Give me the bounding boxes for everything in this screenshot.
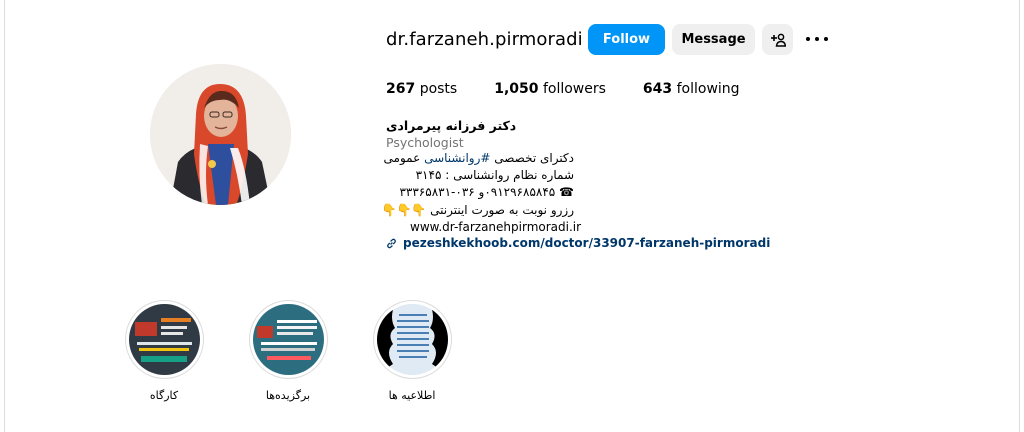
message-button[interactable]: Message bbox=[672, 24, 755, 55]
page-border-right bbox=[1019, 0, 1020, 432]
bio-line-booking: رزرو نوبت به صورت اینترنتی 👇👇👇 bbox=[381, 203, 575, 217]
highlight-cover-image bbox=[128, 304, 200, 375]
highlight-label: کارگاه bbox=[149, 389, 179, 402]
followers-count: 1,050 bbox=[494, 81, 539, 97]
highlight-cover-image bbox=[376, 304, 448, 375]
profile-photo bbox=[150, 64, 291, 205]
bio-line-phone: ☎ ۰۹۱۲۹۶۸۵۸۴۵و ۰۳۶-۳۳۳۶۵۸۳۱ bbox=[399, 185, 574, 199]
highlight-ring[interactable] bbox=[124, 300, 204, 379]
followers-label: followers bbox=[542, 81, 606, 97]
profile-avatar[interactable] bbox=[150, 64, 291, 205]
posts-stat[interactable]: 267 posts bbox=[386, 81, 457, 97]
posts-count: 267 bbox=[386, 81, 416, 97]
bio-line-specialty: دکترای تخصصی #روانشناسی عمومی bbox=[344, 151, 574, 165]
bio-external-link[interactable]: pezeshkekhoob.com/doctor/33907-farzaneh-… bbox=[386, 236, 770, 250]
bio-full-name: دکتر فرزانه پیرمرادی bbox=[386, 118, 517, 133]
following-count: 643 bbox=[642, 81, 673, 97]
highlight-ring[interactable] bbox=[248, 300, 328, 379]
bio-line1-pre: دکترای تخصصی bbox=[490, 151, 574, 165]
profile-username: dr.farzaneh.pirmoradi bbox=[386, 29, 583, 50]
follow-button[interactable]: Follow bbox=[588, 24, 665, 55]
bio-website-text: www.dr-farzanehpirmoradi.ir bbox=[410, 220, 582, 234]
posts-label: posts bbox=[419, 81, 458, 97]
bio-line-license: شماره نظام روانشناسی : ۳۱۴۵ bbox=[415, 168, 574, 182]
followers-stat[interactable]: 1,050 followers bbox=[494, 81, 606, 97]
add-person-icon bbox=[770, 33, 786, 47]
highlight-label: اطلاعیه ها bbox=[388, 389, 436, 402]
profile-stats: 267 posts 1,050 followers 643 following bbox=[386, 81, 777, 97]
highlight-ring[interactable] bbox=[372, 300, 452, 379]
highlight-announcements[interactable]: اطلاعیه ها bbox=[372, 300, 452, 402]
more-options-icon[interactable] bbox=[806, 30, 828, 48]
following-stat[interactable]: 643 following bbox=[643, 81, 740, 97]
bio-hashtag[interactable]: #روانشناسی bbox=[424, 151, 490, 165]
bio-link-text: pezeshkekhoob.com/doctor/33907-farzaneh-… bbox=[403, 236, 771, 250]
link-icon bbox=[387, 238, 396, 248]
highlight-workshop[interactable]: کارگاه bbox=[124, 300, 204, 402]
bio-category: Psychologist bbox=[386, 135, 464, 150]
suggested-users-button[interactable] bbox=[762, 24, 793, 55]
page-border-left bbox=[4, 0, 5, 432]
highlight-featured[interactable]: برگزیده‌ها bbox=[248, 300, 328, 402]
highlight-label: برگزیده‌ها bbox=[265, 389, 311, 402]
following-label: following bbox=[676, 81, 740, 97]
bio-line1-post: عمومی bbox=[383, 151, 425, 165]
highlight-cover-image bbox=[252, 304, 324, 375]
